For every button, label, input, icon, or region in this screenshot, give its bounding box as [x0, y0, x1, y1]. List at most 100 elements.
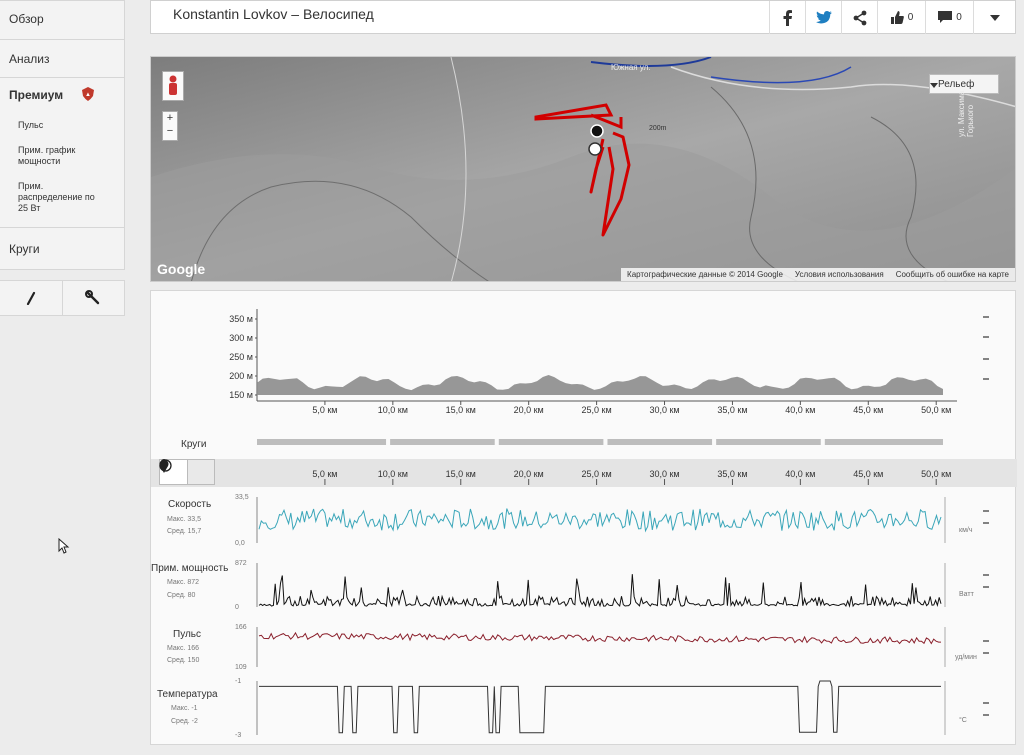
clock-icon — [159, 459, 172, 472]
speed-axis-bottom: 0,0 — [235, 540, 245, 547]
pencil-icon — [26, 291, 35, 305]
elevation-x-tick: 15,0 км — [446, 405, 476, 415]
pegman-icon — [169, 75, 177, 95]
hr-unit: уд/мин — [955, 654, 977, 661]
metrics-x-tick: 5,0 км — [312, 469, 337, 479]
route-start-marker[interactable] — [590, 124, 604, 138]
facebook-share-button[interactable] — [769, 1, 806, 34]
lap-segment — [498, 439, 604, 445]
street-view-button[interactable] — [162, 71, 184, 101]
share-button[interactable] — [841, 1, 878, 34]
elevation-y-tick: 200 м — [229, 371, 253, 381]
time-mode-button[interactable] — [159, 459, 215, 485]
route-map[interactable]: + − Рельеф Южная ул. ул. Максима Горьког… — [150, 56, 1016, 282]
elevation-x-tick: 40,0 км — [785, 405, 815, 415]
street-label: Южная ул. — [611, 63, 651, 72]
lap-segment — [716, 439, 821, 445]
charts-panel: 350 м 300 м 250 м 200 м 150 м 5,0 км 10,0 км 15… — [150, 290, 1017, 745]
nav-premium-heartrate[interactable]: Пульс — [18, 120, 124, 131]
like-button[interactable]: 0 — [877, 1, 926, 34]
premium-shield-icon: ▲ — [82, 87, 94, 101]
speed-max: Макс. 33,5 — [167, 516, 201, 523]
header-menu-button[interactable] — [973, 1, 1016, 34]
hr-axis-bottom: 109 — [235, 664, 247, 671]
metrics-x-tick: 35,0 км — [717, 469, 747, 479]
speed-unit: км/ч — [959, 527, 973, 534]
route-finish-marker[interactable] — [588, 142, 602, 156]
nav-premium-power-distribution[interactable]: Прим. распределение по 25 Вт — [18, 181, 98, 214]
power-max: Макс. 872 — [167, 579, 200, 586]
hr-trace — [258, 631, 941, 645]
like-count: 0 — [907, 12, 914, 23]
lap-segment — [390, 439, 495, 445]
power-trace — [258, 574, 942, 609]
edit-button[interactable] — [0, 281, 63, 315]
nav-analysis[interactable]: Анализ — [0, 40, 125, 78]
activity-header: Konstantin Lovkov – Велосипед 0 0 — [150, 0, 1016, 34]
comment-count: 0 — [956, 12, 962, 23]
speed-avg: Сред. 15,7 — [167, 528, 202, 535]
nav-laps[interactable]: Круги — [0, 228, 125, 270]
elevation-x-tick: 25,0 км — [582, 405, 612, 415]
metrics-x-tick: 40,0 км — [785, 469, 815, 479]
settings-button[interactable] — [63, 281, 125, 315]
caret-down-icon — [930, 83, 938, 88]
power-label: Прим. мощность — [151, 563, 229, 574]
report-error-link[interactable]: Сообщить об ошибке на карте — [896, 270, 1009, 279]
map-data-credit: Картографические данные © 2014 Google — [627, 270, 783, 279]
twitter-share-button[interactable] — [805, 1, 842, 34]
metrics-x-tick: 20,0 км — [514, 469, 544, 479]
map-terrain — [151, 57, 1015, 281]
sidebar-tools — [0, 280, 125, 316]
facebook-icon — [783, 9, 792, 26]
temperature-avg: Сред. -2 — [171, 718, 198, 725]
elevation-x-tick: 5,0 км — [312, 405, 337, 415]
metrics-x-tick: 45,0 км — [853, 469, 883, 479]
elevation-x-tick: 20,0 км — [514, 405, 544, 415]
svg-text:▲: ▲ — [85, 92, 91, 98]
resize-handle[interactable] — [578, 283, 588, 296]
power-axis-top: 872 — [235, 560, 247, 567]
temperature-label: Температура — [157, 689, 218, 700]
x-axis-mode-toggle — [159, 459, 215, 485]
comment-button[interactable]: 0 — [925, 1, 974, 34]
elevation-x-tick: 10,0 км — [378, 405, 408, 415]
terms-link[interactable]: Условия использования — [795, 270, 884, 279]
hr-avg: Сред. 150 — [167, 657, 200, 664]
mouse-cursor-icon — [58, 538, 70, 554]
metrics-x-tick: 15,0 км — [446, 469, 476, 479]
hr-label: Пульс — [173, 629, 202, 640]
temp-axis-bottom: -3 — [235, 732, 241, 739]
elevation-y-tick: 150 м — [229, 390, 253, 400]
power-unit: Ватт — [959, 591, 974, 598]
speed-axis-top: 33,5 — [235, 494, 249, 501]
metrics-x-tick: 10,0 км — [378, 469, 408, 479]
thumbs-up-icon — [890, 11, 904, 24]
elevation-x-tick: 50,0 км — [921, 405, 951, 415]
hr-axis-top: 166 — [235, 624, 247, 631]
temp-axis-top: -1 — [235, 678, 241, 685]
elevation-y-tick: 350 м — [229, 314, 253, 324]
metrics-x-tick: 30,0 км — [649, 469, 679, 479]
elevation-x-tick: 45,0 км — [853, 405, 883, 415]
nav-overview[interactable]: Обзор — [0, 0, 125, 40]
lap-segment — [257, 439, 387, 445]
premium-section: Премиум ▲ Пульс Прим. график мощности Пр… — [0, 78, 125, 228]
metrics-x-tick: 25,0 км — [582, 469, 612, 479]
zoom-out-button[interactable]: − — [163, 125, 177, 138]
hr-max: Макс. 166 — [167, 645, 200, 652]
zoom-in-button[interactable]: + — [163, 112, 177, 125]
map-attribution: Картографические данные © 2014 Google Ус… — [621, 268, 1015, 281]
elevation-area — [257, 375, 943, 395]
street-label: ул. Максима Горького — [957, 90, 975, 137]
contour-label: 200m — [649, 125, 667, 132]
share-icon — [853, 10, 867, 25]
nav-premium[interactable]: Премиум — [9, 88, 63, 102]
page-title: Konstantin Lovkov – Велосипед — [173, 6, 374, 22]
caret-down-icon — [990, 14, 1000, 21]
temp-trace — [259, 680, 941, 734]
lap-segment — [607, 439, 713, 445]
nav-premium-power-chart[interactable]: Прим. график мощности — [18, 145, 88, 167]
temperature-unit: °C — [959, 717, 967, 724]
map-zoom-control: + − — [162, 111, 178, 141]
